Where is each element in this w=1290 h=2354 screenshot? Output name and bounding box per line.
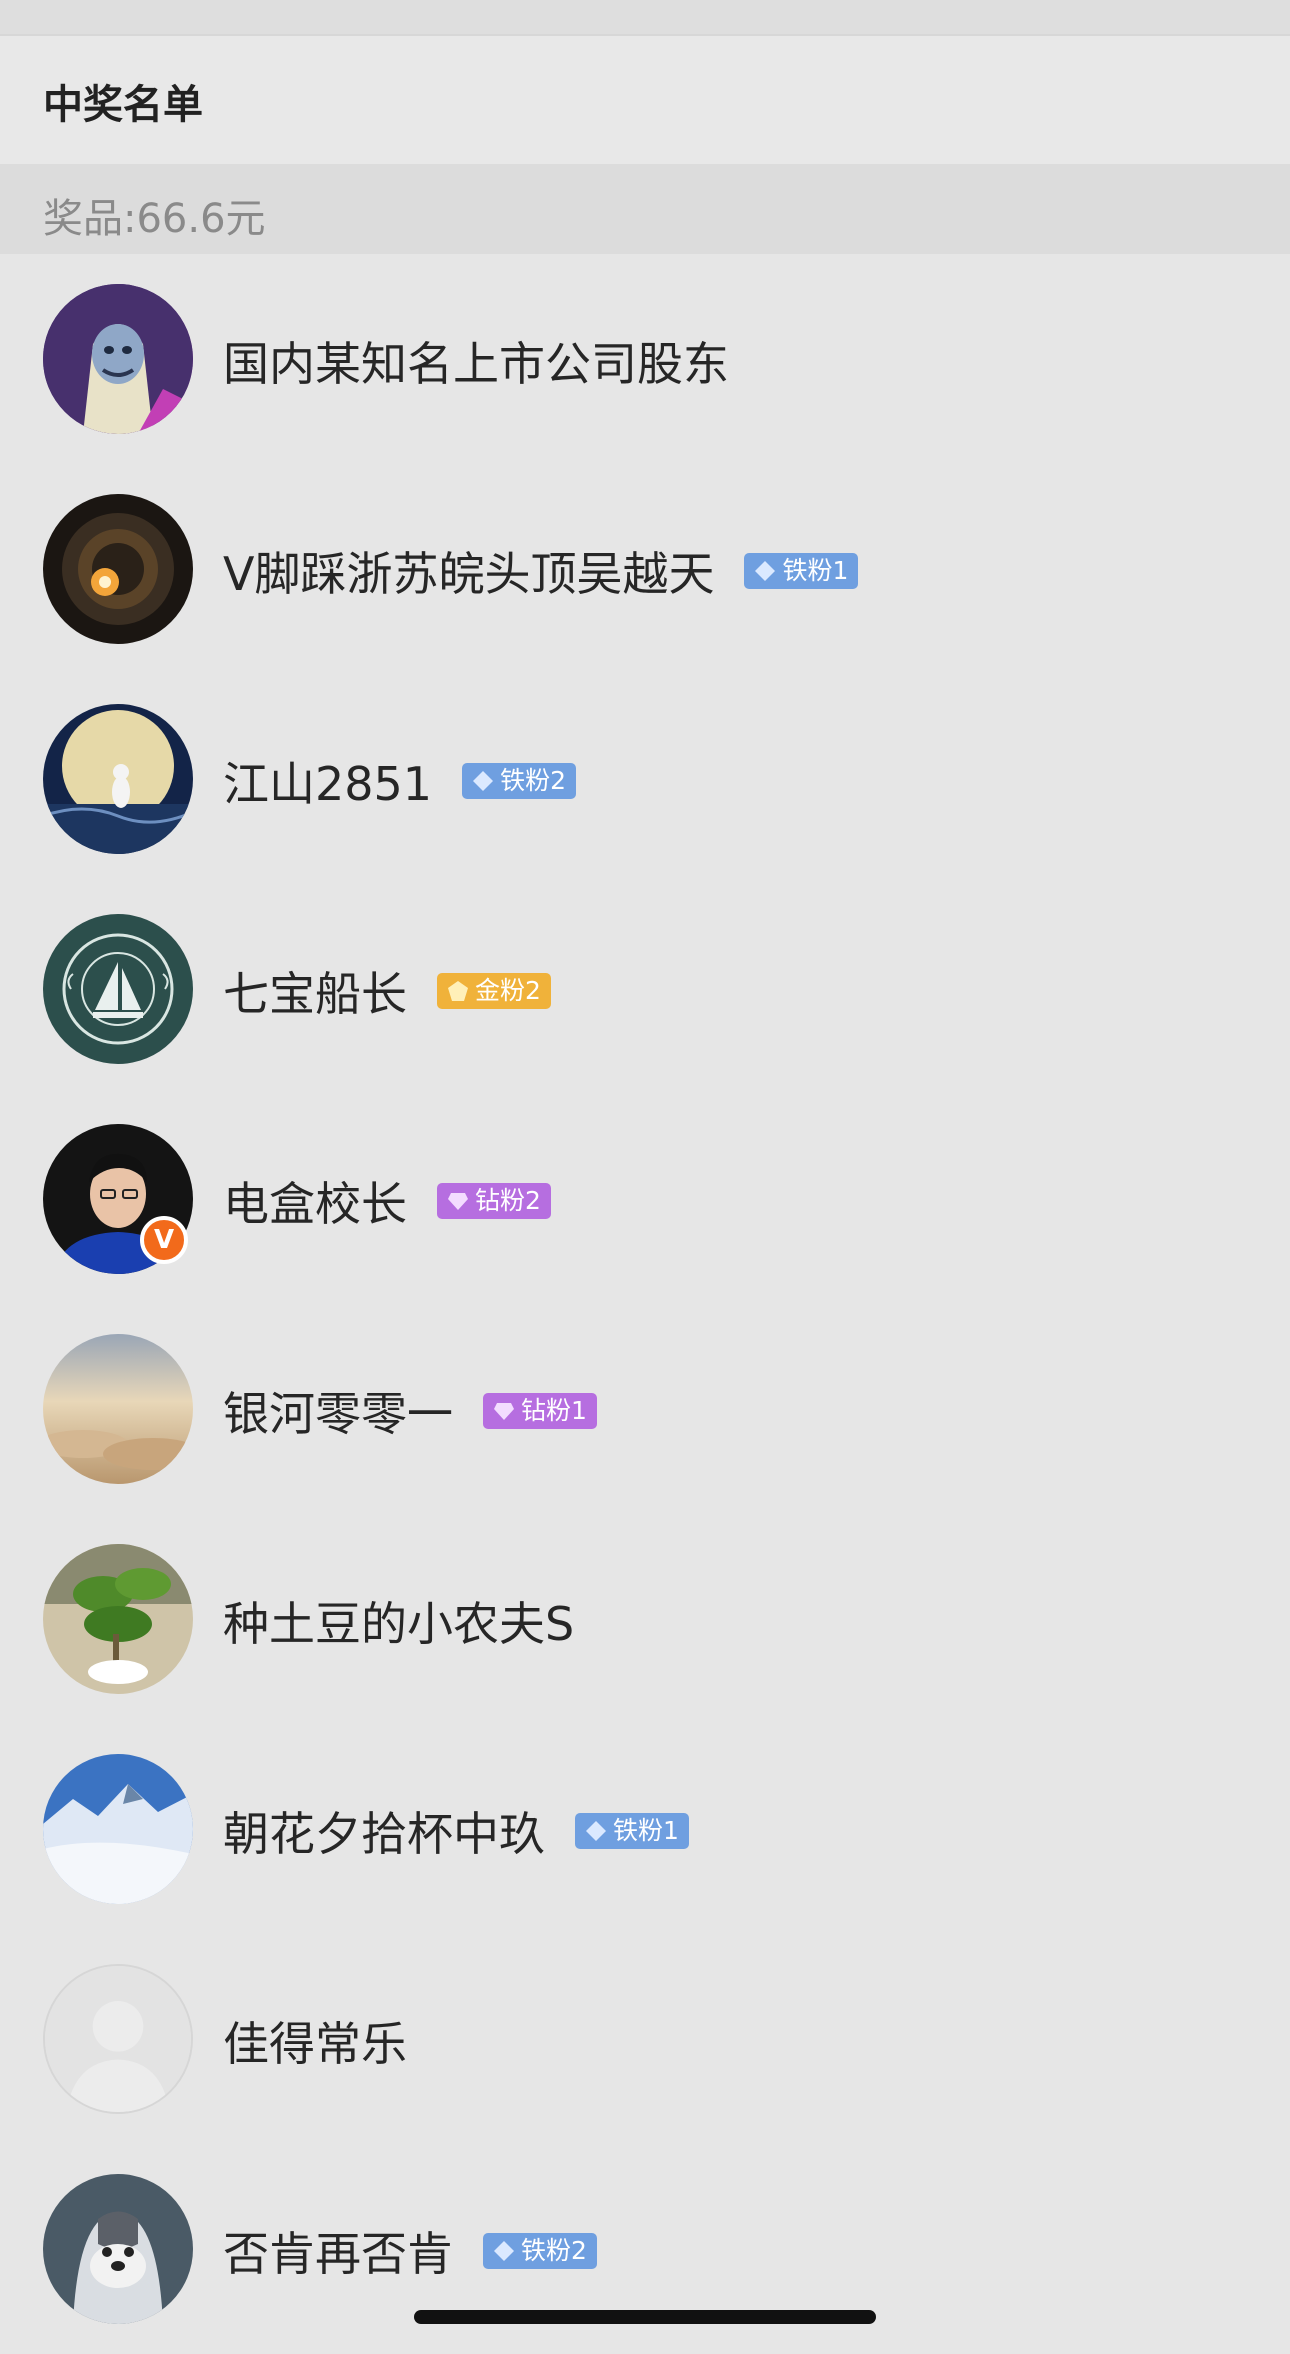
winner-name: 银河零零一 钻粉1 bbox=[223, 1378, 597, 1444]
avatar[interactable] bbox=[43, 1964, 193, 2114]
winner-name: 佳得常乐 bbox=[223, 2017, 407, 2071]
winner-name: 电盒校长 钻粉2 bbox=[223, 1168, 551, 1234]
top-strip bbox=[0, 0, 1290, 36]
header: 中奖名单 bbox=[0, 36, 1290, 164]
avatar[interactable] bbox=[43, 494, 193, 644]
diamond-icon bbox=[494, 1403, 514, 1420]
winner-name: V脚踩浙苏皖头顶吴越天 铁粉1 bbox=[223, 538, 859, 604]
list-item[interactable]: 江山2851 铁粉2 bbox=[0, 674, 1290, 884]
winner-name: 否肯再否肯 铁粉2 bbox=[223, 2218, 597, 2284]
prize-bar: 奖品:66.6元 bbox=[0, 164, 1290, 254]
fan-level-badge: 铁粉1 bbox=[575, 1813, 689, 1849]
page-title: 中奖名单 bbox=[43, 82, 203, 128]
list-item[interactable]: 朝花夕拾杯中玖 铁粉1 bbox=[0, 1724, 1290, 1934]
list-item[interactable]: 佳得常乐 bbox=[0, 1934, 1290, 2144]
avatar[interactable] bbox=[43, 914, 193, 1064]
list-item[interactable]: V 电盒校长 钻粉2 bbox=[0, 1094, 1290, 1304]
avatar[interactable] bbox=[43, 704, 193, 854]
home-indicator[interactable] bbox=[414, 2310, 876, 2324]
fan-level-badge: 铁粉2 bbox=[483, 2233, 597, 2269]
list-item[interactable]: 银河零零一 钻粉1 bbox=[0, 1304, 1290, 1514]
fan-level-badge: 金粉2 bbox=[437, 973, 551, 1009]
diamond-icon bbox=[494, 2241, 514, 2261]
winner-name: 种土豆的小农夫S bbox=[223, 1597, 575, 1651]
avatar[interactable] bbox=[43, 2174, 193, 2324]
winner-name: 江山2851 铁粉2 bbox=[223, 748, 576, 814]
avatar[interactable] bbox=[43, 1334, 193, 1484]
diamond-icon bbox=[586, 1821, 606, 1841]
avatar[interactable] bbox=[43, 1544, 193, 1694]
winner-name: 朝花夕拾杯中玖 铁粉1 bbox=[223, 1798, 689, 1864]
fan-level-badge: 钻粉1 bbox=[483, 1393, 597, 1429]
winner-list: 国内某知名上市公司股东 V脚踩浙苏皖头顶吴越天 铁粉1 江山2851 铁粉2 七… bbox=[0, 254, 1290, 2354]
fan-level-badge: 钻粉2 bbox=[437, 1183, 551, 1219]
diamond-icon bbox=[448, 1193, 468, 1210]
winner-name: 七宝船长 金粉2 bbox=[223, 958, 551, 1024]
list-item[interactable]: 七宝船长 金粉2 bbox=[0, 884, 1290, 1094]
fan-level-badge: 铁粉2 bbox=[462, 763, 576, 799]
list-item[interactable]: V脚踩浙苏皖头顶吴越天 铁粉1 bbox=[0, 464, 1290, 674]
winner-name: 国内某知名上市公司股东 bbox=[223, 337, 729, 391]
verified-icon: V bbox=[140, 1216, 188, 1264]
avatar[interactable] bbox=[43, 284, 193, 434]
diamond-icon bbox=[473, 771, 494, 791]
fan-level-badge: 铁粉1 bbox=[744, 553, 859, 589]
avatar[interactable] bbox=[43, 1754, 193, 1904]
list-item[interactable]: 种土豆的小农夫S bbox=[0, 1514, 1290, 1724]
list-item[interactable]: 国内某知名上市公司股东 bbox=[0, 254, 1290, 464]
prize-label: 奖品:66.6元 bbox=[43, 196, 266, 242]
diamond-icon bbox=[755, 561, 776, 581]
gold-gem-icon bbox=[448, 981, 468, 1001]
